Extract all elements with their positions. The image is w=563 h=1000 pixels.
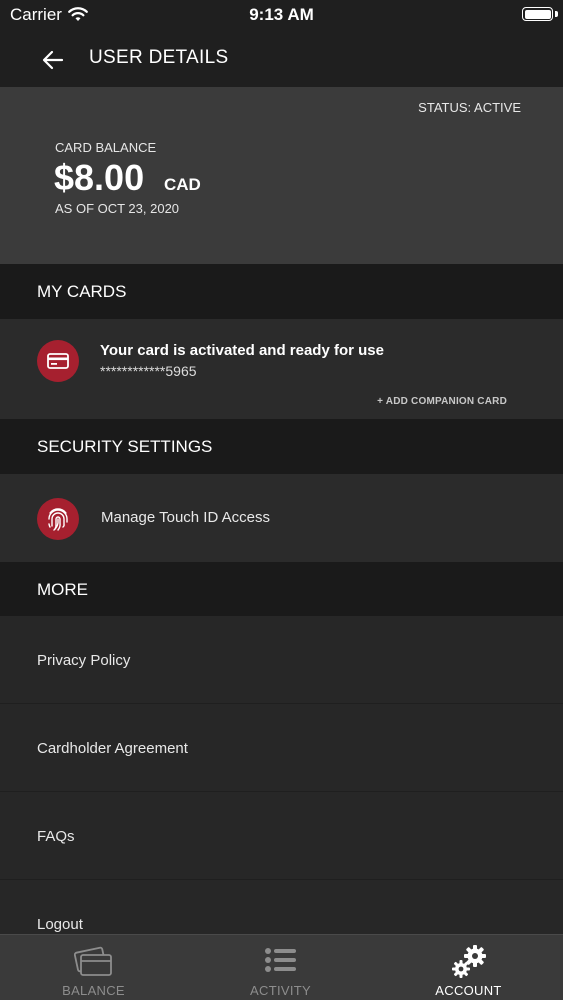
- tab-balance[interactable]: BALANCE: [0, 935, 187, 1000]
- balance-label: CARD BALANCE: [55, 140, 157, 155]
- tab-account-label: ACCOUNT: [435, 983, 502, 998]
- tab-activity-label: ACTIVITY: [250, 983, 311, 998]
- privacy-policy-item[interactable]: Privacy Policy: [0, 616, 563, 704]
- cardholder-agreement-item[interactable]: Cardholder Agreement: [0, 704, 563, 792]
- battery-icon: [522, 7, 553, 21]
- tab-balance-label: BALANCE: [62, 983, 125, 998]
- balance-date: AS OF OCT 23, 2020: [55, 201, 180, 216]
- card-row[interactable]: Your card is activated and ready for use…: [0, 319, 563, 419]
- balance-panel: STATUS: ACTIVE CARD BALANCE $8.00 CAD AS…: [0, 87, 563, 264]
- back-arrow-icon[interactable]: [40, 47, 66, 73]
- list-icon: [264, 948, 296, 972]
- security-settings-title: SECURITY SETTINGS: [37, 437, 213, 456]
- security-settings-header: SECURITY SETTINGS: [0, 419, 563, 474]
- touch-id-row[interactable]: Manage Touch ID Access: [0, 474, 563, 562]
- balance-currency: CAD: [164, 175, 201, 194]
- list-item-label: Privacy Policy: [37, 652, 131, 669]
- tab-bar: BALANCE ACTIVITY ACCOUNT: [0, 934, 563, 1000]
- clock: 9:13 AM: [249, 5, 314, 24]
- status-bar: Carrier 9:13 AM: [0, 0, 563, 30]
- gears-icon: [451, 945, 486, 978]
- add-companion-card-link[interactable]: + ADD COMPANION CARD: [377, 396, 507, 407]
- battery-nub: [555, 11, 558, 17]
- my-cards-title: MY CARDS: [37, 282, 127, 301]
- card-stack-icon: [73, 946, 112, 976]
- tab-account[interactable]: ACCOUNT: [374, 935, 563, 1000]
- card-masked-number: ************5965: [100, 363, 197, 379]
- manage-touch-id-label: Manage Touch ID Access: [101, 509, 270, 526]
- page-title: USER DETAILS: [89, 47, 229, 68]
- list-item-label: Cardholder Agreement: [37, 740, 188, 757]
- nav-bar: USER DETAILS: [0, 30, 563, 87]
- card-status-title: Your card is activated and ready for use: [100, 342, 384, 359]
- list-item-label: FAQs: [37, 828, 75, 845]
- more-list: Privacy Policy Cardholder Agreement FAQs…: [0, 616, 563, 934]
- status-badge: STATUS: ACTIVE: [418, 100, 521, 115]
- logout-item[interactable]: Logout: [0, 880, 563, 934]
- more-title: MORE: [37, 580, 88, 599]
- list-item-label: Logout: [37, 916, 83, 933]
- faqs-item[interactable]: FAQs: [0, 792, 563, 880]
- balance-amount: $8.00: [54, 157, 145, 198]
- credit-card-icon: [37, 340, 79, 382]
- fingerprint-icon: [37, 498, 79, 540]
- my-cards-header: MY CARDS: [0, 264, 563, 319]
- more-header: MORE: [0, 562, 563, 616]
- tab-activity[interactable]: ACTIVITY: [187, 935, 374, 1000]
